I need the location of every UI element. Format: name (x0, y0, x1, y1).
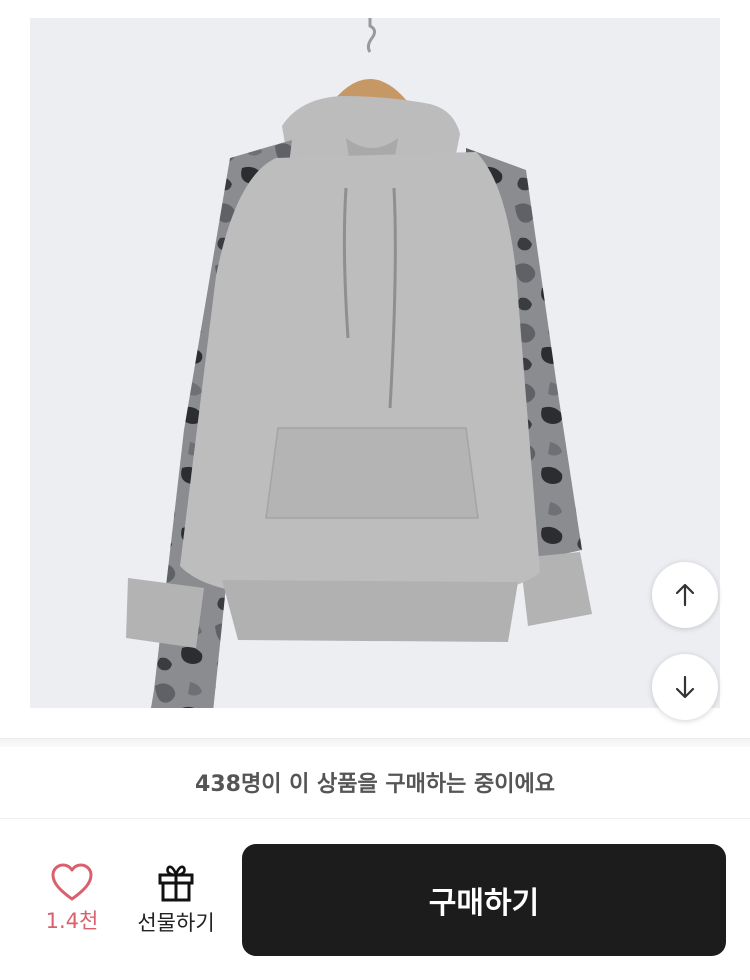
purchase-notice-text: 438명이 이 상품을 구매하는 중이에요 (195, 772, 555, 797)
gift-icon (158, 865, 194, 902)
heart-outline-icon (51, 863, 93, 901)
hoodie-illustration (126, 18, 592, 708)
scroll-down-button[interactable] (652, 654, 718, 720)
like-button[interactable]: 1.4천 (36, 863, 108, 943)
buy-button[interactable]: 구매하기 (242, 844, 726, 956)
like-count: 1.4천 (45, 909, 99, 933)
bottom-action-bar: 1.4천 선물하기 구매하기 (0, 819, 750, 980)
gift-label: 선물하기 (137, 911, 215, 935)
arrow-up-icon (675, 583, 695, 607)
arrow-down-icon (675, 675, 695, 699)
purchase-notice: 438명이 이 상품을 구매하는 중이에요 (0, 746, 750, 819)
gift-button[interactable]: 선물하기 (126, 863, 226, 943)
product-image[interactable] (30, 18, 720, 708)
scroll-up-button[interactable] (652, 562, 718, 628)
